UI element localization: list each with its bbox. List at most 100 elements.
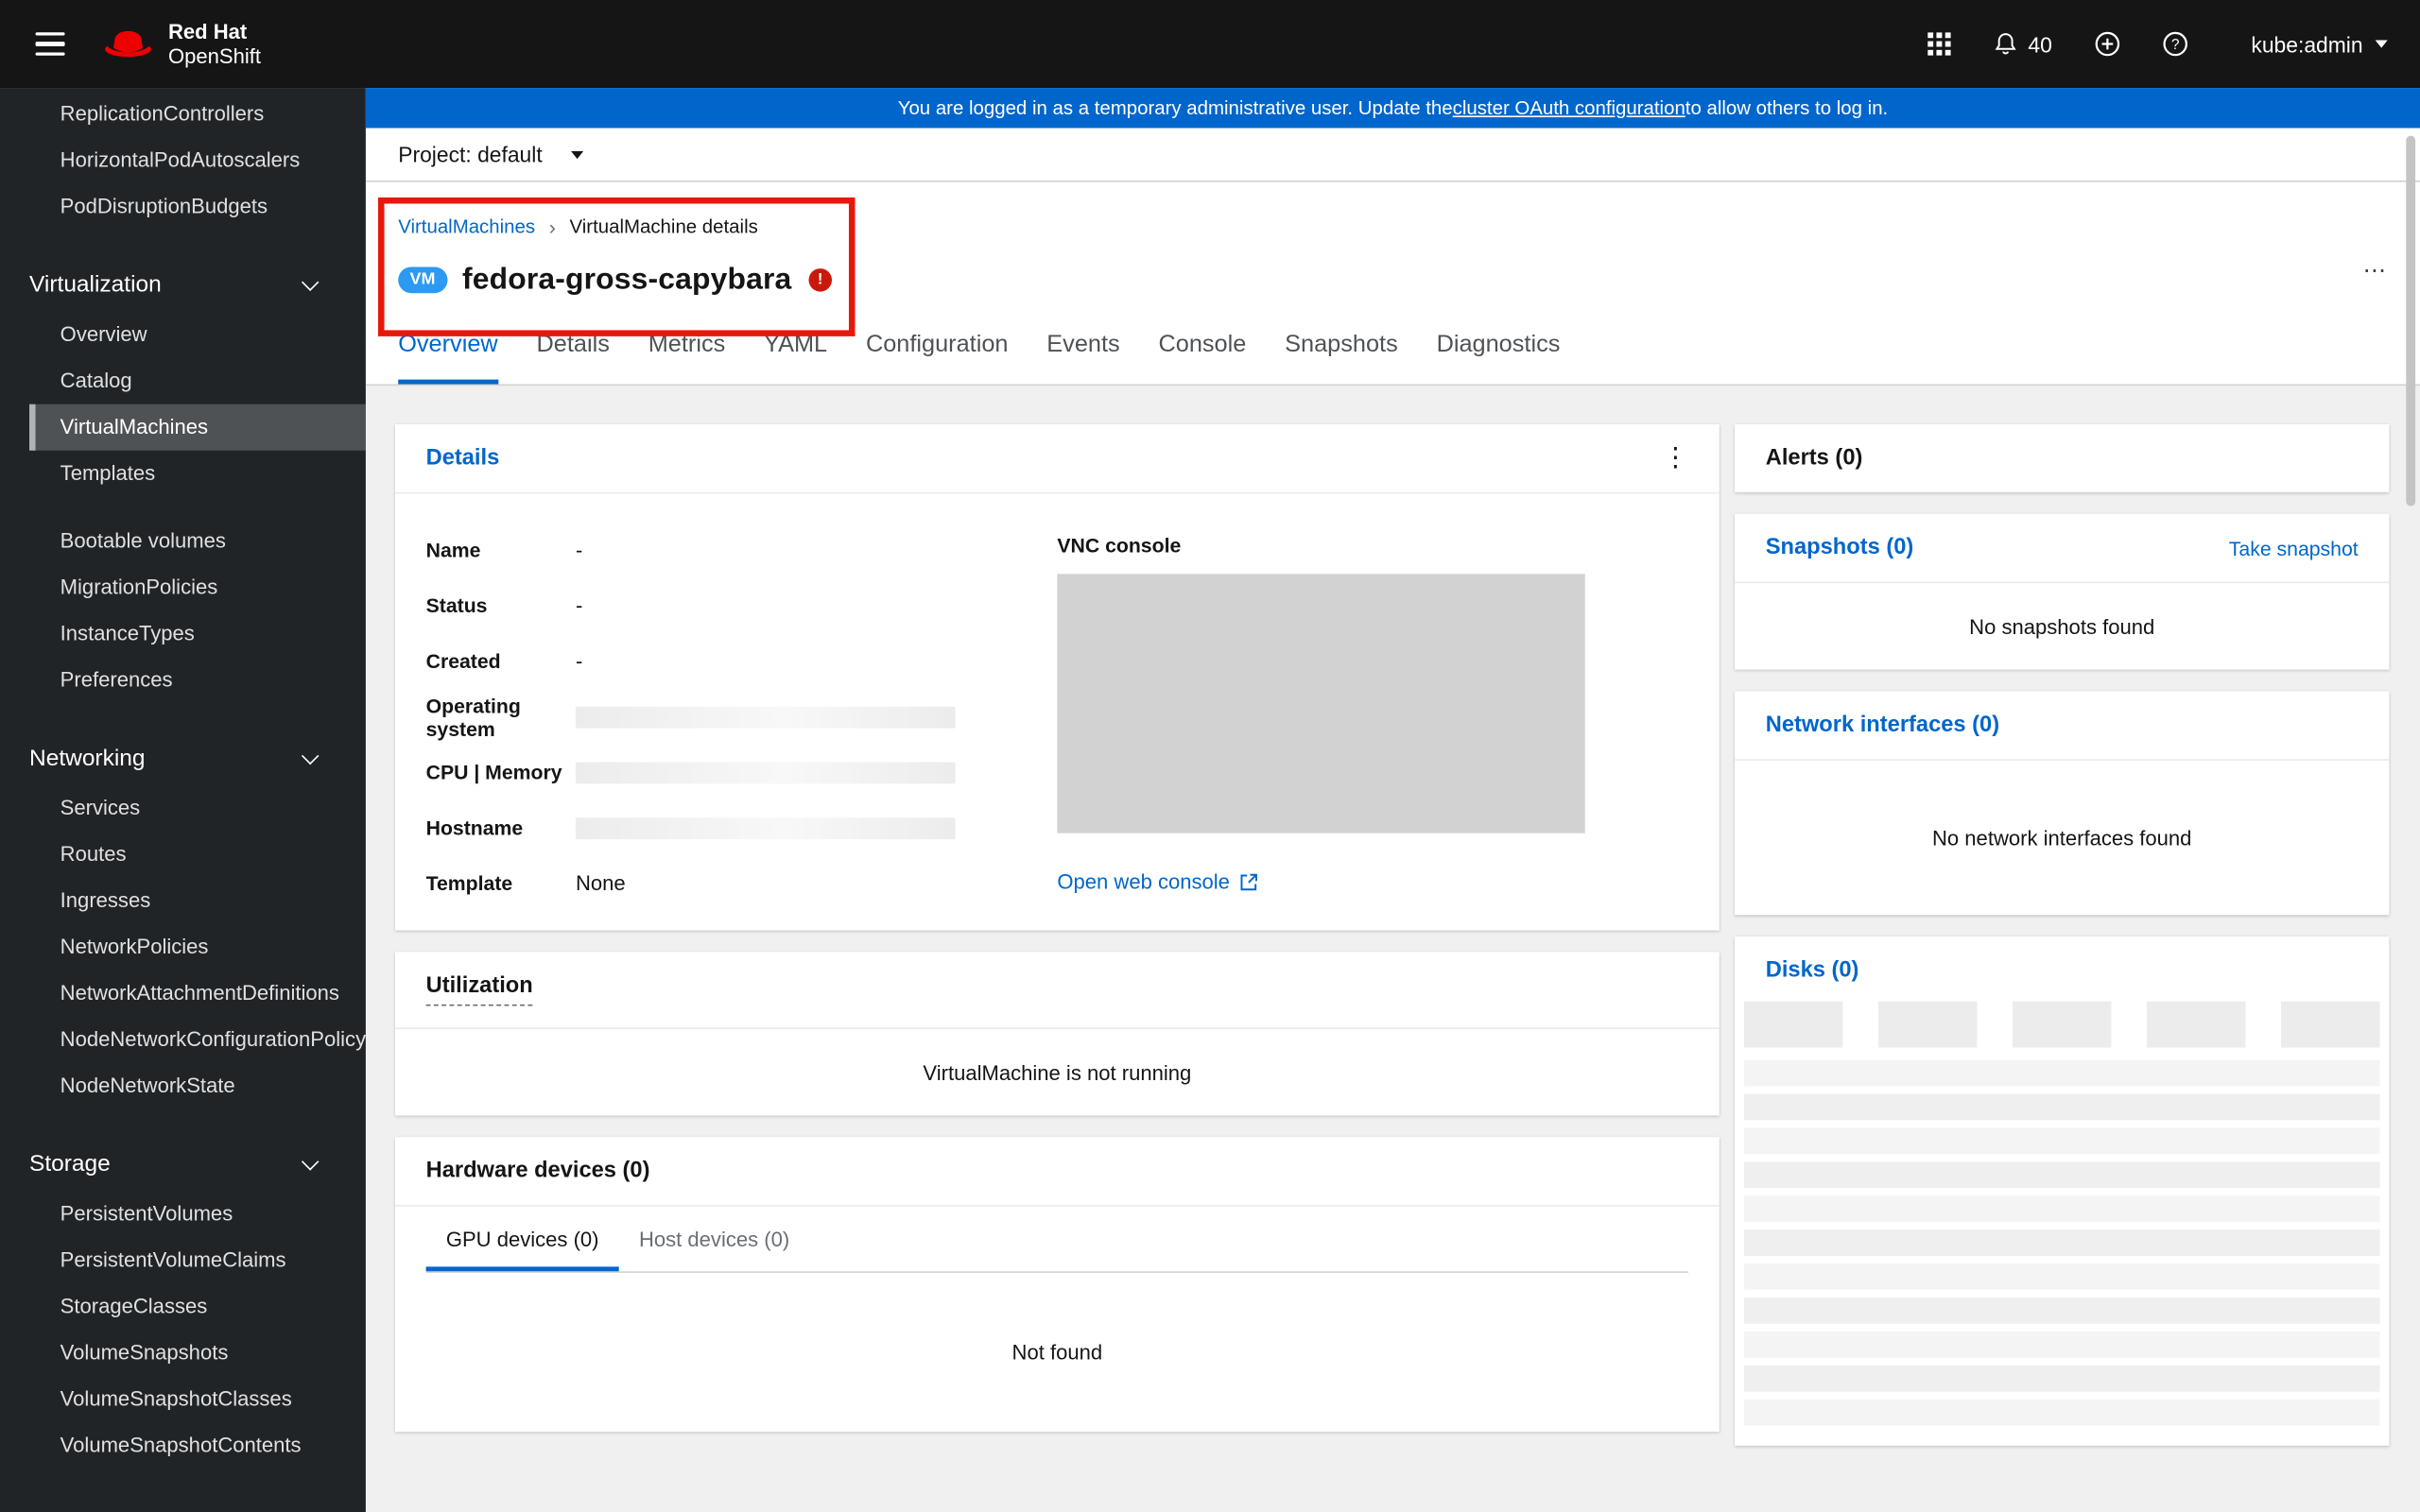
details-kebab-icon[interactable]: ⋮ [1662, 444, 1688, 471]
sidebar-item-catalog[interactable]: Catalog [0, 358, 366, 404]
network-interfaces-card-title[interactable]: Network interfaces (0) [1766, 713, 1999, 737]
sidebar-item-services[interactable]: Services [0, 785, 366, 832]
vm-actions-kebab-icon[interactable]: ⋯ [2363, 256, 2388, 284]
snapshots-card-title[interactable]: Snapshots (0) [1766, 536, 1914, 560]
caret-down-icon [571, 150, 584, 159]
sidebar-item-replicationcontrollers[interactable]: ReplicationControllers [0, 91, 366, 137]
snapshots-empty-state: No snapshots found [1969, 614, 2155, 639]
sidebar-item-routes[interactable]: Routes [0, 832, 366, 878]
page-scrollbar[interactable] [2406, 135, 2416, 507]
chevron-down-icon [301, 272, 320, 291]
tab-gpu-devices[interactable]: GPU devices (0) [425, 1217, 619, 1272]
tab-snapshots[interactable]: Snapshots [1285, 330, 1398, 384]
vm-badge: VM [398, 266, 447, 293]
sidebar-item-ingresses[interactable]: Ingresses [0, 878, 366, 924]
user-menu[interactable]: kube:admin [2251, 31, 2388, 57]
utilization-empty-state: VirtualMachine is not running [923, 1060, 1192, 1084]
masthead-toolbar: 40 ? kube:admin [1927, 31, 2388, 58]
skeleton-cell [2147, 1001, 2246, 1048]
detail-row-name: Name - [426, 534, 1058, 566]
sidebar-section-networking-toggle[interactable]: Networking [0, 731, 366, 785]
brand-name: Red Hat [167, 19, 248, 43]
sidebar-item-horizontalpodautoscalers[interactable]: HorizontalPodAutoscalers [0, 137, 366, 183]
tab-events[interactable]: Events [1046, 330, 1119, 384]
sidebar-section-storage-toggle[interactable]: Storage [0, 1137, 366, 1191]
sidebar-item-persistentvolumes[interactable]: PersistentVolumes [0, 1191, 366, 1237]
section-label: Virtualization [29, 271, 162, 299]
sidebar-item-volumesnapshots[interactable]: VolumeSnapshots [0, 1330, 366, 1376]
sidebar-item-nodenetworkconfigurationpolicy[interactable]: NodeNetworkConfigurationPolicy [0, 1017, 366, 1063]
detail-value: None [575, 871, 626, 895]
redhat-fedora-icon [105, 30, 151, 57]
chevron-down-icon [301, 1152, 320, 1170]
project-selector[interactable]: Project: default [365, 128, 2420, 182]
sidebar-item-poddisruptionbudgets[interactable]: PodDisruptionBudgets [0, 183, 366, 230]
disks-card: Disks (0) [1735, 936, 2390, 1446]
tab-host-devices[interactable]: Host devices (0) [619, 1217, 810, 1271]
alerts-card-title: Alerts (0) [1765, 445, 1863, 471]
oauth-configuration-link[interactable]: cluster OAuth configuration [1453, 97, 1685, 119]
help-icon[interactable]: ? [2162, 31, 2188, 58]
tab-console[interactable]: Console [1158, 330, 1246, 384]
nav-toggle-icon[interactable] [35, 31, 65, 57]
sidebar-item-persistentvolumeclaims[interactable]: PersistentVolumeClaims [0, 1237, 366, 1283]
details-card-title[interactable]: Details [426, 446, 500, 471]
detail-row-cpu-memory: CPU | Memory [426, 756, 1058, 788]
tab-yaml[interactable]: YAML [764, 330, 827, 384]
vnc-console-preview [1057, 574, 1585, 833]
add-icon[interactable] [2094, 31, 2120, 58]
caret-down-icon [2375, 40, 2388, 48]
hardware-devices-tabs: GPU devices (0) Host devices (0) [425, 1217, 1689, 1273]
skeleton-row [1743, 1365, 2380, 1392]
tab-details[interactable]: Details [537, 330, 610, 384]
sidebar-item-storageclasses[interactable]: StorageClasses [0, 1283, 366, 1330]
skeleton-row [1743, 1399, 2380, 1426]
network-interfaces-empty-state: No network interfaces found [1932, 826, 2192, 850]
sidebar-item-volumesnapshotcontents[interactable]: VolumeSnapshotContents [0, 1422, 366, 1469]
skeleton-row [1743, 1229, 2380, 1256]
take-snapshot-link[interactable]: Take snapshot [2229, 536, 2359, 558]
skeleton-row [1743, 1059, 2380, 1087]
tab-overview[interactable]: Overview [398, 330, 498, 385]
loading-skeleton [575, 705, 956, 728]
notifications-button[interactable]: 40 [1993, 31, 2052, 58]
sidebar-section-storage: Storage PersistentVolumes PersistentVolu… [0, 1137, 366, 1469]
sidebar-item-bootable-volumes[interactable]: Bootable volumes [0, 519, 366, 565]
sidebar-item-networkattachmentdefinitions[interactable]: NetworkAttachmentDefinitions [0, 971, 366, 1017]
detail-row-status: Status - [426, 590, 1058, 622]
sidebar-section-virtualization-toggle[interactable]: Virtualization [0, 258, 366, 312]
skeleton-row [1743, 1093, 2380, 1121]
utilization-card: Utilization VirtualMachine is not runnin… [394, 952, 1720, 1116]
sidebar-item-nodenetworkstate[interactable]: NodeNetworkState [0, 1063, 366, 1109]
loading-skeleton [575, 816, 956, 839]
skeleton-cell [1743, 1001, 1843, 1048]
external-link-icon [1240, 872, 1257, 890]
login-notice-banner: You are logged in as a temporary adminis… [365, 88, 2420, 129]
sidebar-item-virtualmachines[interactable]: VirtualMachines [29, 404, 366, 451]
sidebar-item-networkpolicies[interactable]: NetworkPolicies [0, 924, 366, 971]
sidebar-item-migrationpolicies[interactable]: MigrationPolicies [0, 565, 366, 611]
snapshots-card: Snapshots (0) Take snapshot No snapshots… [1735, 513, 2390, 670]
network-interfaces-card: Network interfaces (0) No network interf… [1735, 691, 2390, 916]
skeleton-row [1743, 1263, 2380, 1290]
sidebar-item-preferences[interactable]: Preferences [0, 658, 366, 704]
detail-value: - [575, 538, 583, 562]
sidebar-item-instancetypes[interactable]: InstanceTypes [0, 611, 366, 658]
app-launcher-icon[interactable] [1927, 32, 1951, 56]
open-web-console-link[interactable]: Open web console [1057, 870, 1257, 893]
sidebar-item-templates[interactable]: Templates [0, 451, 366, 497]
sidebar-item-volumesnapshotclasses[interactable]: VolumeSnapshotClasses [0, 1376, 366, 1422]
breadcrumb: VirtualMachines › VirtualMachine details [366, 182, 2420, 241]
skeleton-cell [2281, 1001, 2380, 1048]
breadcrumb-virtualmachines-link[interactable]: VirtualMachines [398, 215, 535, 241]
disks-card-title[interactable]: Disks (0) [1766, 958, 1859, 983]
utilization-card-title: Utilization [425, 973, 533, 1006]
tab-configuration[interactable]: Configuration [866, 330, 1009, 384]
detail-row-created: Created - [426, 644, 1058, 677]
tab-metrics[interactable]: Metrics [648, 330, 726, 384]
username: kube:admin [2251, 31, 2363, 57]
sidebar-item-virt-overview[interactable]: Overview [0, 312, 366, 358]
alerts-card: Alerts (0) [1735, 423, 2390, 492]
detail-label: Template [425, 871, 513, 895]
tab-diagnostics[interactable]: Diagnostics [1437, 330, 1561, 384]
